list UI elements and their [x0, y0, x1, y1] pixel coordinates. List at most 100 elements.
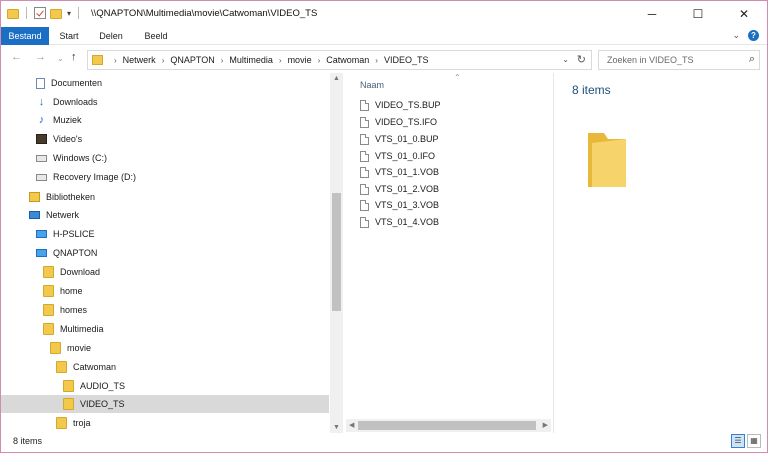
sidebar-item-catwoman[interactable]: Catwoman: [1, 358, 329, 376]
scroll-up-icon[interactable]: ▲: [333, 75, 340, 82]
sidebar-item-libraries[interactable]: Bibliotheken: [1, 188, 329, 206]
sidebar-item-label: Downloads: [53, 97, 98, 107]
list-item[interactable]: VTS_01_3.VOB: [360, 197, 439, 213]
scroll-down-icon[interactable]: ▼: [333, 424, 340, 431]
recent-locations-icon[interactable]: ⌄: [57, 54, 64, 63]
folder-icon: [92, 55, 103, 65]
tab-file[interactable]: Bestand: [1, 27, 49, 45]
tab-home[interactable]: Start: [51, 27, 87, 45]
file-icon: [360, 166, 369, 178]
sidebar-item-qnapton[interactable]: QNAPTON: [1, 244, 329, 262]
file-icon: [360, 116, 369, 128]
sidebar-item-h-pslice[interactable]: H-PSLICE: [1, 225, 329, 243]
sidebar-item-recovery-d[interactable]: Recovery Image (D:): [1, 168, 329, 186]
sidebar-item-videos[interactable]: Video's: [1, 130, 329, 148]
documents-icon: [36, 77, 45, 89]
search-icon[interactable]: ⌕: [749, 53, 755, 66]
sidebar-item-audio-ts[interactable]: AUDIO_TS: [1, 377, 329, 395]
maximize-button[interactable]: ☐: [675, 1, 721, 27]
address-bar[interactable]: › Netwerk › QNAPTON › Multimedia › movie…: [87, 50, 592, 70]
sidebar-item-label: Windows (C:): [53, 153, 108, 163]
sidebar-item-video-ts[interactable]: VIDEO_TS: [1, 395, 329, 413]
navigation-pane: Documenten ↓ Downloads ♪ Muziek Video's …: [1, 73, 343, 433]
breadcrumb-item[interactable]: VIDEO_TS: [384, 55, 429, 65]
details-view-icon[interactable]: ☰: [731, 434, 745, 448]
file-list-scrollbar[interactable]: ◀ ▶: [346, 419, 551, 432]
list-item[interactable]: VTS_01_4.VOB: [360, 214, 439, 230]
breadcrumb-item[interactable]: QNAPTON: [170, 55, 214, 65]
sidebar-item-homes[interactable]: homes: [1, 301, 329, 319]
list-item[interactable]: VIDEO_TS.BUP: [360, 97, 441, 113]
tab-share[interactable]: Delen: [91, 27, 131, 45]
chevron-right-icon[interactable]: ›: [318, 56, 321, 65]
properties-icon[interactable]: [34, 7, 46, 19]
chevron-right-icon[interactable]: ›: [279, 56, 282, 65]
list-item[interactable]: VTS_01_1.VOB: [360, 164, 439, 180]
status-text: 8 items: [13, 436, 43, 446]
computer-icon: [36, 249, 47, 257]
file-icon: [360, 183, 369, 195]
breadcrumb-item[interactable]: Catwoman: [326, 55, 369, 65]
back-arrow-icon[interactable]: ←: [11, 51, 22, 63]
up-arrow-icon[interactable]: ↑: [71, 51, 77, 63]
list-item[interactable]: VIDEO_TS.IFO: [360, 114, 437, 130]
explorer-window: ▾ \\QNAPTON\Multimedia\movie\Catwoman\VI…: [0, 0, 768, 453]
scroll-right-icon[interactable]: ▶: [543, 421, 548, 429]
videos-icon: [36, 134, 47, 144]
folder-icon: [7, 9, 19, 19]
chevron-right-icon[interactable]: ›: [375, 56, 378, 65]
sidebar-item-movie[interactable]: movie: [1, 339, 329, 357]
folder-icon: [43, 304, 54, 316]
search-input[interactable]: Zoeken in VIDEO_TS ⌕: [598, 50, 760, 70]
sidebar-item-label: QNAPTON: [53, 248, 98, 258]
list-item[interactable]: VTS_01_0.IFO: [360, 148, 435, 164]
chevron-right-icon[interactable]: ›: [114, 56, 117, 65]
chevron-right-icon[interactable]: ›: [162, 56, 165, 65]
folder-icon: [56, 361, 67, 373]
help-icon[interactable]: ?: [748, 30, 759, 41]
large-icons-view-icon[interactable]: ▦: [747, 434, 761, 448]
sidebar-item-music[interactable]: ♪ Muziek: [1, 111, 329, 129]
sidebar-item-download-folder[interactable]: Download: [1, 263, 329, 281]
file-name: VIDEO_TS.IFO: [375, 117, 438, 127]
folder-icon: [43, 266, 54, 278]
list-item[interactable]: VTS_01_0.BUP: [360, 131, 439, 147]
scroll-left-icon[interactable]: ◀: [349, 421, 354, 429]
sidebar-item-label: H-PSLICE: [53, 229, 95, 239]
downloads-icon: ↓: [38, 96, 45, 108]
ribbon-tabs: Bestand Start Delen Beeld ⌄ ?: [1, 27, 767, 45]
customize-toolbar-icon[interactable]: ▾: [67, 9, 71, 18]
breadcrumb-item[interactable]: Multimedia: [229, 55, 273, 65]
list-item[interactable]: VTS_01_2.VOB: [360, 181, 439, 197]
navigation-scrollbar[interactable]: ▲ ▼: [330, 73, 343, 433]
breadcrumb-item[interactable]: movie: [288, 55, 312, 65]
breadcrumb-item[interactable]: Netwerk: [123, 55, 156, 65]
column-header-name[interactable]: Naam: [360, 80, 384, 90]
expand-ribbon-icon[interactable]: ⌄: [732, 30, 740, 41]
forward-arrow-icon[interactable]: →: [35, 51, 46, 63]
window-title: \\QNAPTON\Multimedia\movie\Catwoman\VIDE…: [91, 8, 318, 19]
sidebar-item-downloads[interactable]: ↓ Downloads: [1, 93, 329, 111]
scrollbar-thumb[interactable]: [332, 193, 341, 311]
sidebar-item-troja[interactable]: troja: [1, 414, 329, 432]
tab-view[interactable]: Beeld: [137, 27, 175, 45]
file-icon: [360, 150, 369, 162]
chevron-down-icon[interactable]: ⌄: [562, 55, 569, 64]
sidebar-item-multimedia[interactable]: Multimedia: [1, 320, 329, 338]
sidebar-item-documents[interactable]: Documenten: [1, 74, 329, 92]
sidebar-item-network[interactable]: Netwerk: [1, 206, 329, 224]
sidebar-item-windows-c[interactable]: Windows (C:): [1, 149, 329, 167]
file-name: VTS_01_0.IFO: [375, 151, 436, 161]
sidebar-item-label: Bibliotheken: [46, 192, 96, 202]
sidebar-item-home[interactable]: home: [1, 282, 329, 300]
drive-icon: [36, 173, 47, 181]
navigation-bar: ← → ⌄ ↑ › Netwerk › QNAPTON › Multimedia…: [1, 46, 767, 72]
chevron-right-icon[interactable]: ›: [221, 56, 224, 65]
drive-icon: [36, 154, 47, 162]
file-name: VTS_01_4.VOB: [375, 217, 440, 227]
close-button[interactable]: ✕: [721, 1, 767, 27]
new-folder-icon[interactable]: [50, 9, 62, 19]
minimize-button[interactable]: ─: [629, 1, 675, 27]
refresh-icon[interactable]: ↻: [577, 53, 586, 66]
scrollbar-thumb[interactable]: [358, 421, 536, 430]
